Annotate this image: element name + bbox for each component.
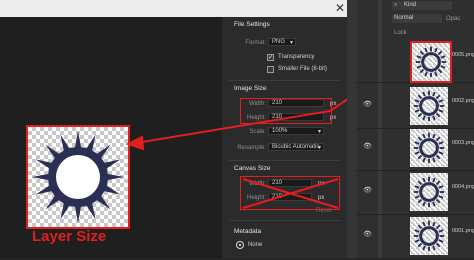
layer-row[interactable]: 👁 0001.png xyxy=(357,214,474,259)
layer-row[interactable]: 👁 0002.png xyxy=(357,84,474,129)
eye-icon[interactable]: 👁 xyxy=(363,100,372,108)
sun-emblem-icon xyxy=(413,90,445,122)
filter-kind-select[interactable]: ⌕ Kind xyxy=(392,1,452,10)
layer-name: 0001.png xyxy=(452,228,474,234)
search-icon: ⌕ xyxy=(394,2,398,8)
arrow-to-preview xyxy=(135,110,331,144)
layer-row[interactable]: 👁 0004.png xyxy=(357,170,474,215)
blend-mode-value: Normal xyxy=(394,15,414,21)
sun-emblem-icon xyxy=(413,132,445,164)
eye-icon[interactable]: 👁 xyxy=(363,142,372,150)
sun-emblem-icon xyxy=(413,176,445,208)
layer-thumbnail[interactable] xyxy=(410,87,448,125)
layer-thumbnail[interactable] xyxy=(410,41,452,83)
arrow-head-left xyxy=(125,135,145,151)
sun-emblem-icon xyxy=(415,46,447,78)
layer-thumbnail[interactable] xyxy=(410,217,448,255)
opacity-label: Opac xyxy=(446,16,461,22)
blend-mode-select[interactable]: Normal xyxy=(392,14,442,23)
layer-row[interactable]: 👁 0003.png xyxy=(357,126,474,171)
panel-scrollbar[interactable] xyxy=(347,0,357,258)
eye-icon[interactable]: 👁 xyxy=(363,230,372,238)
layer-row[interactable]: 0005.png xyxy=(357,38,474,83)
layer-name: 0003.png xyxy=(452,140,474,146)
layer-thumbnail[interactable] xyxy=(410,173,448,211)
layer-name: 0002.png xyxy=(452,98,474,104)
layer-name: 0005.png xyxy=(452,52,474,58)
layer-thumbnail[interactable] xyxy=(410,129,448,167)
sun-emblem-icon xyxy=(413,220,445,252)
eye-icon[interactable]: 👁 xyxy=(363,186,372,194)
layer-name: 0004.png xyxy=(452,184,474,190)
filter-kind-label: Kind xyxy=(404,2,417,8)
lock-label: Lock xyxy=(394,30,407,36)
